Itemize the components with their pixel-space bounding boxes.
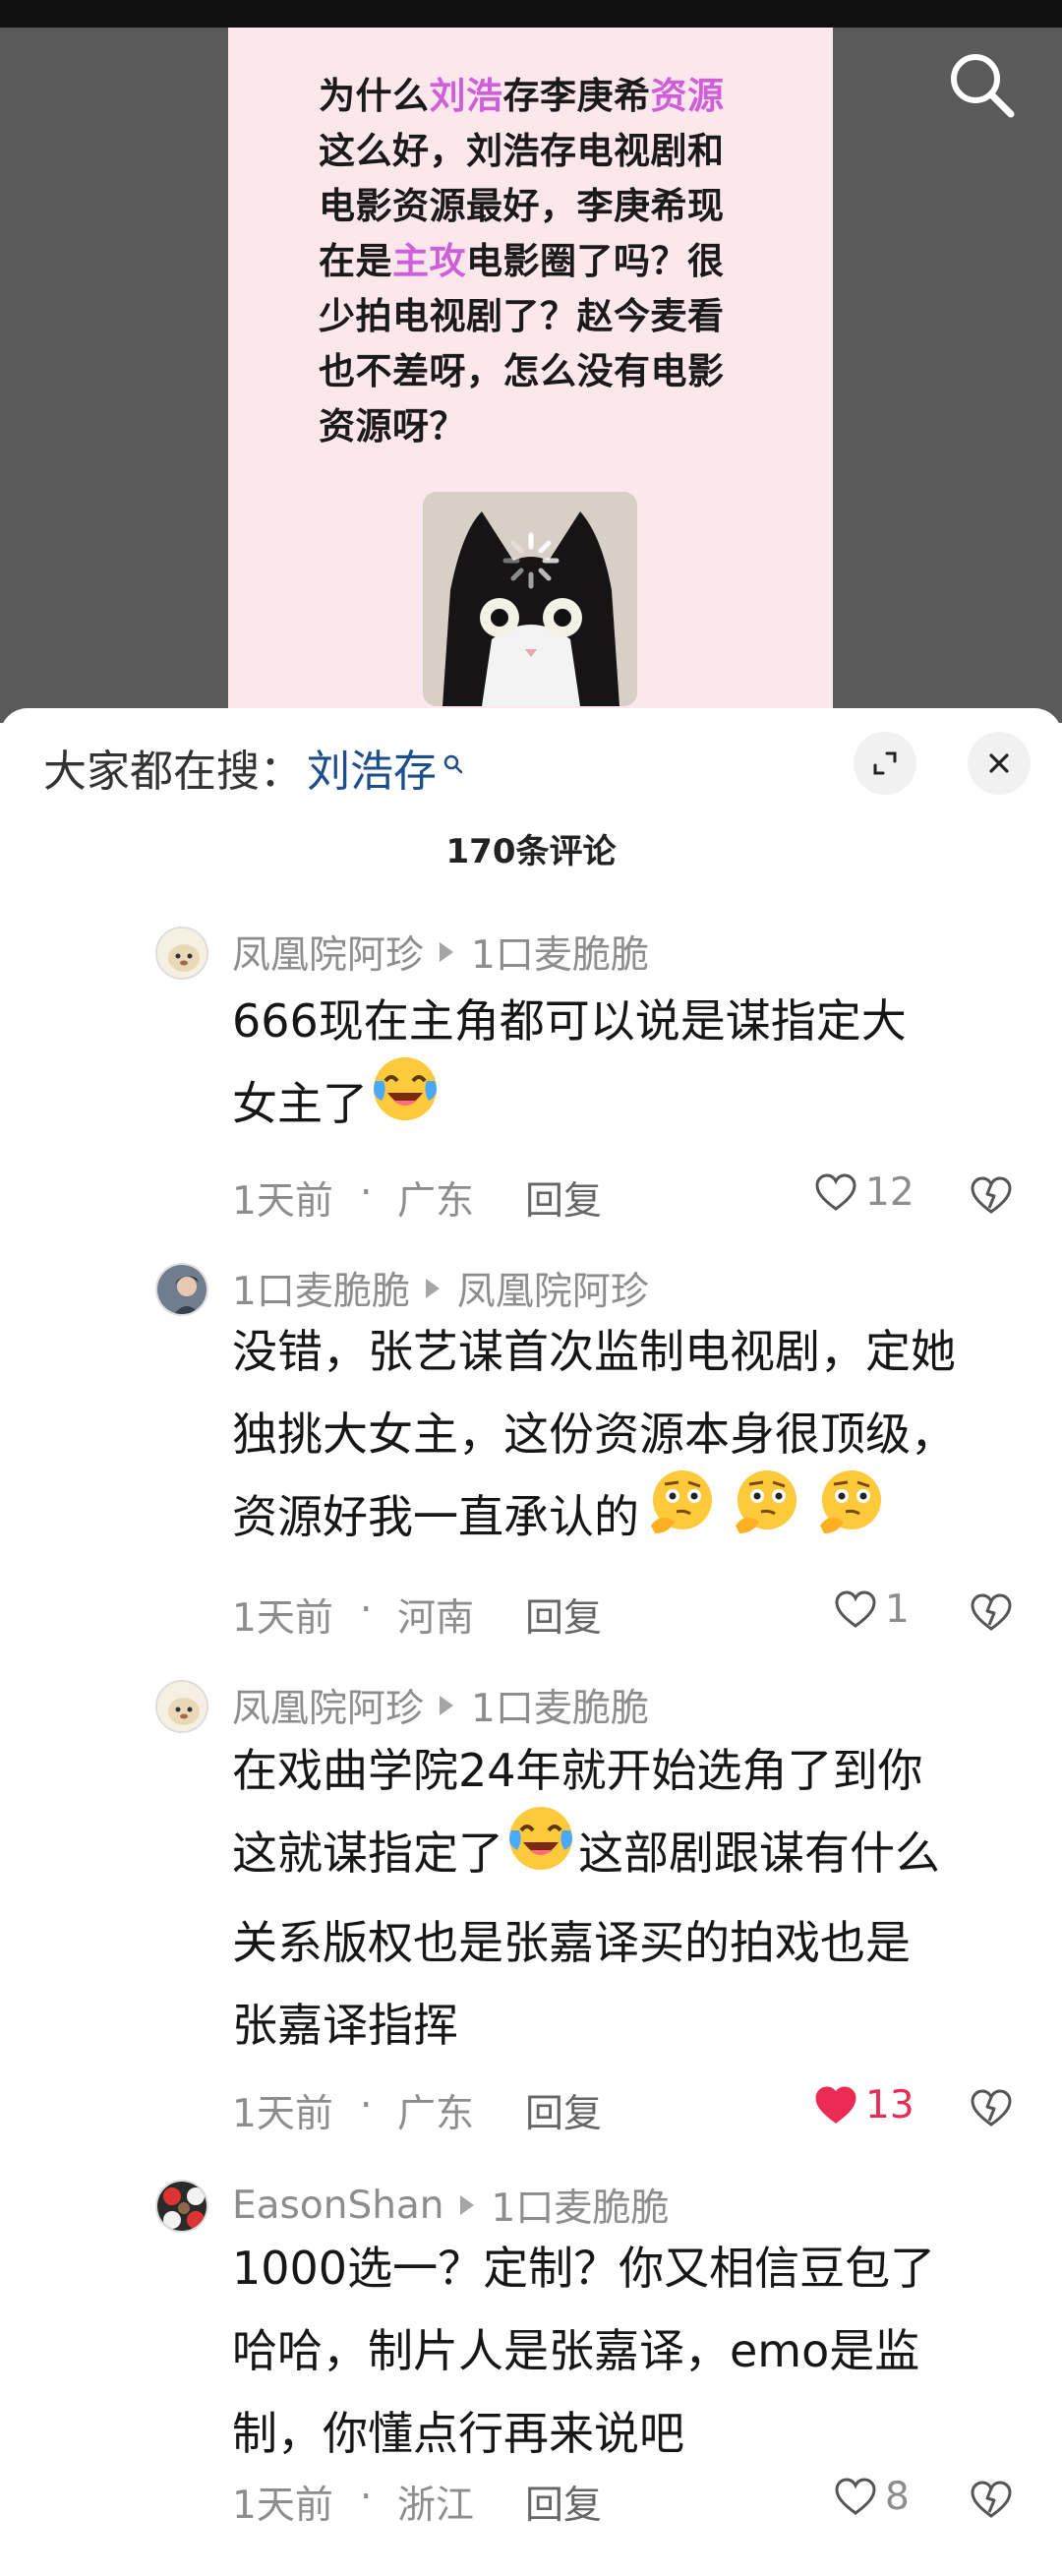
comment-author[interactable]: 1口麦脆脆 xyxy=(232,1261,410,1316)
reply-button[interactable]: 回复 xyxy=(525,1170,602,1226)
trending-search-term[interactable]: 刘浩存 xyxy=(307,736,437,799)
comment-text: 在戏曲学院24年就开始选角了到你 这就谋指定了 这部剧跟谋有什么 关系版权也是张… xyxy=(232,1744,940,2052)
like-button[interactable]: 8 xyxy=(834,2475,910,2519)
like-count: 1 xyxy=(885,1588,910,1632)
comment-region: 河南 xyxy=(397,1596,475,1641)
trending-search-bar[interactable]: 大家都在搜： 刘浩存 xyxy=(43,738,464,797)
comment-text: 没错，张艺谋首次监制电视剧，定她 独挑大女主，这份资源本身很顶级， 资源好我一直… xyxy=(232,1310,1019,1565)
comment-time: 1天前 xyxy=(232,2484,333,2528)
like-count: 12 xyxy=(865,1170,914,1215)
close-icon[interactable] xyxy=(968,732,1031,795)
reply-to-name[interactable]: 1口麦脆脆 xyxy=(492,2178,670,2233)
post-text-line: 电影资源最好，李庚希现 xyxy=(319,179,771,234)
comment-meta: 1天前 · 浙江 回复 8 xyxy=(232,2475,1019,2534)
post-text-segment: 在是 xyxy=(319,240,392,282)
cat-loading-gif xyxy=(423,492,637,706)
post-text-segment: 少拍电视剧了？赵今麦看 xyxy=(319,295,725,337)
comment-time: 1天前 xyxy=(232,2092,333,2136)
heart-outline-icon xyxy=(835,1589,876,1628)
post-text-segment: 也不差呀，怎么没有电影 xyxy=(319,350,725,392)
post-image-card[interactable]: 为什么刘浩存李庚希资源 这么好，刘浩存电视剧和 电影资源最好，李庚希现 在是主攻电影圈… xyxy=(228,28,833,723)
highlighted-keyword: 主攻 xyxy=(392,240,466,282)
avatar[interactable] xyxy=(155,1263,208,1316)
avatar[interactable] xyxy=(155,2180,208,2233)
comment-meta: 1天前 · 广东 回复 13 xyxy=(232,2083,1019,2142)
reply-arrow-icon xyxy=(440,1696,454,1715)
comment-time: 1天前 xyxy=(232,1596,333,1641)
like-button[interactable]: 13 xyxy=(814,2083,914,2127)
post-question-text: 为什么刘浩存李庚希资源 这么好，刘浩存电视剧和 电影资源最好，李庚希现 在是主攻电影圈… xyxy=(319,69,771,454)
dislike-icon[interactable] xyxy=(970,1593,1013,1643)
reply-button[interactable]: 回复 xyxy=(525,2475,602,2530)
dislike-icon[interactable] xyxy=(970,2481,1013,2530)
comment-region: 浙江 xyxy=(397,2484,475,2528)
like-count: 8 xyxy=(885,2475,910,2519)
comment-author[interactable]: EasonShan xyxy=(232,2184,444,2228)
search-icon[interactable] xyxy=(944,47,1019,122)
comment-count: 170条评论 xyxy=(445,832,617,871)
thinking-emoji xyxy=(808,1465,893,1565)
dislike-icon[interactable] xyxy=(970,2089,1013,2138)
reply-arrow-icon xyxy=(459,2195,474,2215)
comment-author-line: 凤凰院阿珍 1口麦脆脆 xyxy=(232,925,649,980)
comment-author-line: 凤凰院阿珍 1口麦脆脆 xyxy=(232,1678,649,1733)
comment-author[interactable]: 凤凰院阿珍 xyxy=(232,925,424,980)
thinking-emoji xyxy=(639,1465,724,1565)
reply-button[interactable]: 回复 xyxy=(525,2083,602,2138)
post-text-line: 在是主攻电影圈了吗？很 xyxy=(319,234,771,289)
expand-icon[interactable] xyxy=(854,732,916,795)
post-text-segment: 存李庚希 xyxy=(502,75,651,117)
post-text-line: 这么好，刘浩存电视剧和 xyxy=(319,124,771,179)
comment-author-line: EasonShan 1口麦脆脆 xyxy=(232,2178,669,2233)
comment-meta: 1天前 · 广东 回复 12 xyxy=(232,1170,1019,1229)
highlighted-keyword: 资源 xyxy=(650,75,725,117)
post-text-segment: 电影圈了吗？很 xyxy=(466,240,725,282)
separator-dot: · xyxy=(360,2475,373,2519)
comment-author-line: 1口麦脆脆 凤凰院阿珍 xyxy=(232,1261,649,1316)
dislike-icon[interactable] xyxy=(970,1176,1013,1226)
heart-outline-icon xyxy=(835,2477,876,2515)
like-button[interactable]: 12 xyxy=(814,1170,914,1215)
reply-to-name[interactable]: 1口麦脆脆 xyxy=(471,1678,649,1733)
post-text-line: 为什么刘浩存李庚希资源 xyxy=(319,69,771,124)
thinking-emoji xyxy=(724,1465,808,1565)
separator-dot: · xyxy=(360,1170,373,1215)
comment-text: 666现在主角都可以说是谋指定大 女主了 xyxy=(232,980,1019,1152)
heart-filled-icon xyxy=(815,2085,856,2124)
separator-dot: · xyxy=(360,1588,373,1632)
trending-search-prefix: 大家都在搜： xyxy=(43,747,303,797)
post-text-segment: 这么好，刘浩存电视剧和 xyxy=(319,130,725,172)
separator-dot: · xyxy=(360,2083,373,2127)
post-text-segment: 资源呀？ xyxy=(319,405,466,448)
comment-meta: 1天前 · 河南 回复 1 xyxy=(232,1588,1019,1647)
post-media[interactable]: 为什么刘浩存李庚希资源 这么好，刘浩存电视剧和 电影资源最好，李庚希现 在是主攻电影圈… xyxy=(0,0,1062,723)
status-bar xyxy=(0,0,1062,28)
laughing-crying-emoji xyxy=(368,1051,442,1152)
reply-arrow-icon xyxy=(440,942,454,962)
reply-button[interactable]: 回复 xyxy=(525,1588,602,1643)
post-text-line: 资源呀？ xyxy=(319,399,771,454)
post-text-segment: 为什么 xyxy=(319,75,430,117)
highlighted-keyword: 刘浩 xyxy=(429,75,503,117)
comment-time: 1天前 xyxy=(232,1179,333,1224)
comment-region: 广东 xyxy=(397,2092,475,2136)
comment-author[interactable]: 凤凰院阿珍 xyxy=(232,1678,424,1733)
laughing-crying-emoji xyxy=(503,1801,578,1901)
small-search-icon xyxy=(442,736,464,786)
like-count: 13 xyxy=(865,2083,914,2127)
avatar[interactable] xyxy=(155,1680,208,1733)
post-text-segment: 电影资源最好，李庚希现 xyxy=(319,185,725,227)
reply-to-name[interactable]: 1口麦脆脆 xyxy=(471,925,649,980)
comment-region: 广东 xyxy=(397,1179,475,1224)
avatar[interactable] xyxy=(155,927,208,980)
heart-outline-icon xyxy=(815,1172,856,1211)
reply-arrow-icon xyxy=(425,1279,440,1298)
post-text-line: 少拍电视剧了？赵今麦看 xyxy=(319,289,771,344)
post-text-line: 也不差呀，怎么没有电影 xyxy=(319,344,771,399)
comment-text: 1000选一？定制？你又相信豆包了 哈哈，制片人是张嘉译，emo是监 制，你懂点… xyxy=(232,2242,936,2460)
like-button[interactable]: 1 xyxy=(834,1588,910,1632)
reply-to-name[interactable]: 凤凰院阿珍 xyxy=(457,1261,649,1316)
